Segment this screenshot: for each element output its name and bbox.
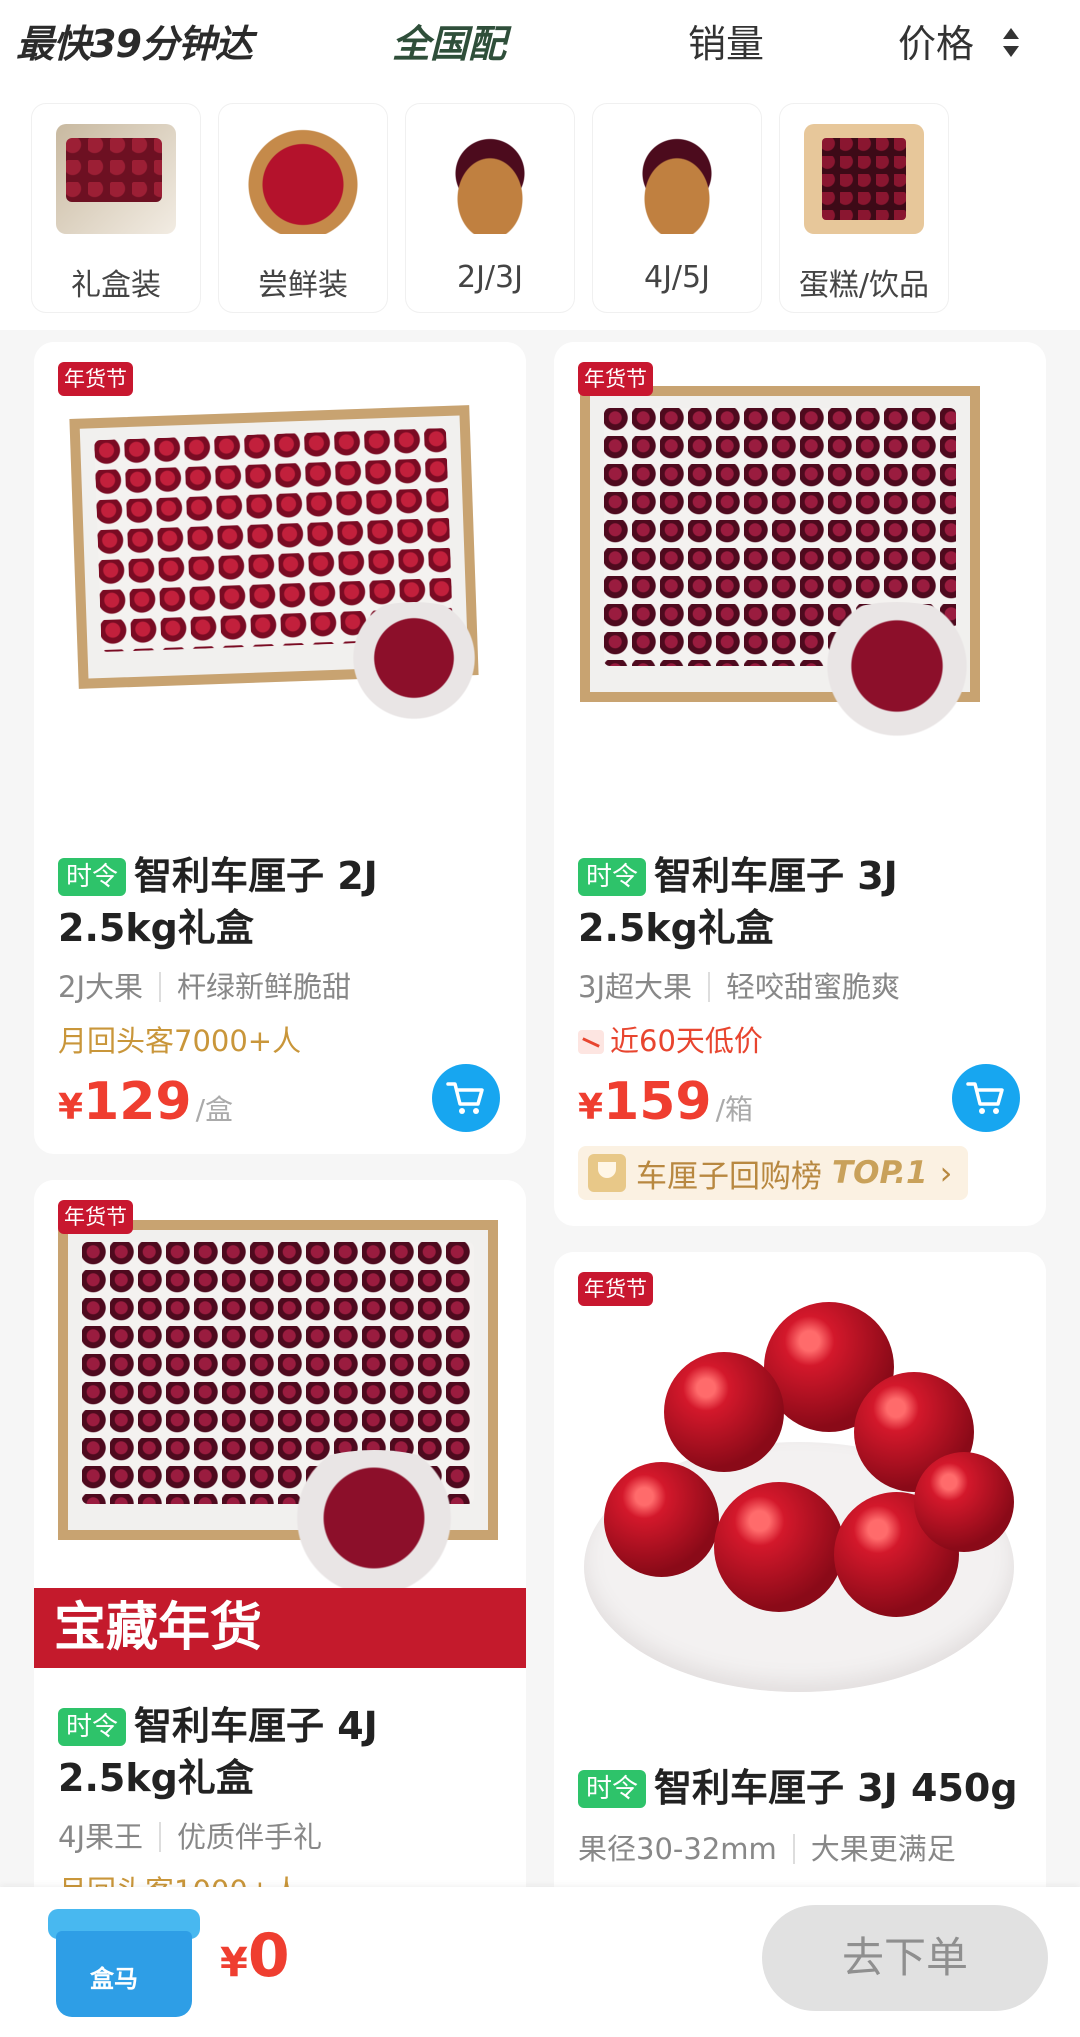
trend-down-icon	[578, 1030, 604, 1054]
category-gift-box[interactable]: 礼盒装	[32, 104, 200, 312]
seasonal-badge: 时令	[58, 1708, 127, 1746]
cart-icon	[446, 1082, 484, 1114]
low-price-note: 近60天低价	[578, 1018, 763, 1060]
product-card-4j[interactable]: 年货节 宝藏年货 时令智利车厘子 4J 2.5kg礼盒 4J果王优质伴手礼 月回…	[34, 1180, 526, 1940]
product-card-3j-450g[interactable]: 年货节 时令 智利车厘子 3J 450g 果径30-32mm 大果更满足	[554, 1252, 1046, 1952]
trophy-icon	[588, 1154, 626, 1192]
cherry-bowl-2j3j-icon	[430, 124, 550, 234]
cherry-bowl-4j5j-icon	[617, 124, 737, 234]
festival-tag: 年货节	[58, 362, 133, 396]
product-card-2j[interactable]: 年货节 时令 智利车厘子 2J 2.5kg礼盒 2J大果 杆绿新鲜脆甜 月回头客70…	[34, 342, 526, 1154]
cherry-cake-icon	[804, 124, 924, 234]
product-title: 时令 智利车厘子 2J 2.5kg礼盒	[58, 854, 378, 950]
cart-total: ¥0	[220, 1921, 290, 1991]
product-image	[554, 342, 1046, 820]
category-2j3j[interactable]: 2J/3J	[406, 104, 574, 312]
seasonal-badge: 时令	[58, 858, 127, 896]
product-price: ¥159/箱	[578, 1072, 754, 1132]
category-label: 2J/3J	[457, 260, 523, 295]
product-image	[554, 1252, 1046, 1732]
product-image	[34, 342, 526, 820]
category-label: 礼盒装	[71, 268, 161, 303]
product-card-3j-box[interactable]: 年货节 时令 智利车厘子 3J 2.5kg礼盒 3J超大果 轻咬甜蜜脆爽 近60天低…	[554, 342, 1046, 1226]
product-features: 4J果王 优质伴手礼	[58, 1820, 323, 1854]
festival-tag: 年货节	[578, 362, 653, 396]
add-to-cart-button[interactable]	[952, 1064, 1020, 1132]
tab-fast-delivery[interactable]: 最快39分钟达	[16, 16, 253, 72]
tab-price[interactable]: 价格	[898, 16, 974, 72]
festival-tag: 年货节	[58, 1200, 133, 1234]
checkout-bar: 盒马 ¥0 去下单	[0, 1887, 1080, 2037]
category-row: 礼盒装 尝鲜装 2J/3J 4J/5J 蛋糕/饮品	[0, 90, 1080, 330]
chevron-right-icon: ›	[939, 1154, 953, 1192]
category-cake-drinks[interactable]: 蛋糕/饮品	[780, 104, 948, 312]
product-title: 时令 智利车厘子 3J 2.5kg礼盒	[578, 854, 898, 950]
product-list-page: 最快39分钟达 全国配 销量 价格 礼盒装 尝鲜装 2J/3J 4J/5J 蛋糕…	[0, 0, 1080, 2037]
seasonal-badge: 时令	[578, 858, 647, 896]
cart-icon	[966, 1082, 1004, 1114]
promo-banner: 宝藏年货	[34, 1588, 526, 1668]
add-to-cart-button[interactable]	[432, 1064, 500, 1132]
basket-icon[interactable]: 盒马	[48, 1909, 200, 2017]
product-price: ¥129/盒	[58, 1072, 234, 1132]
repeat-customers: 月回头客7000+人	[58, 1024, 302, 1058]
product-title: 时令 智利车厘子 4J 2.5kg礼盒	[58, 1704, 378, 1800]
gift-box-cherries-icon	[56, 124, 176, 234]
category-label: 尝鲜装	[258, 268, 348, 303]
tab-sales[interactable]: 销量	[688, 16, 764, 72]
repurchase-rank-link[interactable]: 车厘子回购榜 TOP.1 ›	[578, 1146, 969, 1200]
product-features: 3J超大果 轻咬甜蜜脆爽	[578, 970, 901, 1004]
tab-nationwide[interactable]: 全国配	[392, 16, 506, 72]
festival-tag: 年货节	[578, 1272, 653, 1306]
category-label: 蛋糕/饮品	[798, 268, 930, 303]
filter-tabs: 最快39分钟达 全国配 销量 价格	[0, 0, 1080, 90]
basket-label: 盒马	[90, 1965, 138, 1993]
product-title: 时令 智利车厘子 3J 450g	[578, 1762, 1026, 1814]
cherry-bowl-icon	[243, 124, 363, 234]
category-label: 4J/5J	[644, 260, 710, 295]
sort-arrows-icon[interactable]	[1000, 24, 1024, 64]
product-features: 果径30-32mm 大果更满足	[578, 1832, 956, 1866]
category-trial-pack[interactable]: 尝鲜装	[219, 104, 387, 312]
category-4j5j[interactable]: 4J/5J	[593, 104, 761, 312]
place-order-button[interactable]: 去下单	[762, 1905, 1048, 2011]
seasonal-badge: 时令	[578, 1770, 647, 1808]
product-features: 2J大果 杆绿新鲜脆甜	[58, 970, 352, 1004]
